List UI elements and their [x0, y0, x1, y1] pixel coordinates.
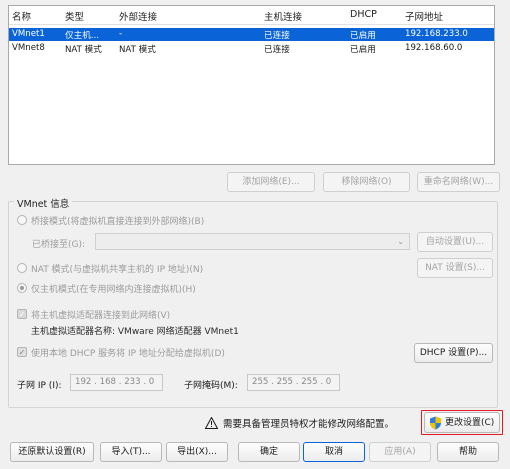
- auto-settings-button[interactable]: 自动设置(U)...: [417, 232, 493, 252]
- cell-type: NAT 模式: [65, 45, 102, 55]
- host-only-mode-radio[interactable]: [17, 283, 27, 293]
- admin-notice-text: 需要具备管理员特权才能修改网络配置。: [223, 419, 395, 430]
- dhcp-settings-button[interactable]: DHCP 设置(P)...: [414, 343, 493, 363]
- connect-adapter-checkbox[interactable]: ✓: [17, 309, 27, 319]
- use-dhcp-checkbox[interactable]: ✓: [17, 347, 27, 357]
- host-only-mode-label: 仅主机模式(在专用网络内连接虚拟机)(H): [31, 285, 196, 295]
- cell-subnet: 192.168.233.0: [405, 29, 468, 39]
- bridged-mode-label: 桥接模式(将虚拟机直接连接到外部网络)(B): [31, 217, 205, 227]
- apply-button[interactable]: 应用(A): [369, 442, 431, 462]
- warning-icon: [205, 417, 218, 429]
- rename-network-button[interactable]: 重命名网络(W)...: [417, 172, 500, 192]
- uac-shield-icon: [430, 416, 441, 430]
- column-header-external[interactable]: 外部连接: [119, 9, 157, 23]
- cell-external: -: [119, 29, 123, 39]
- help-button[interactable]: 帮助: [437, 442, 499, 462]
- cell-dhcp: 已启用: [350, 31, 376, 41]
- use-dhcp-label: 使用本地 DHCP 服务将 IP 地址分配给虚拟机(D): [31, 349, 225, 359]
- export-button[interactable]: 导出(X)...: [166, 442, 228, 462]
- nat-settings-button[interactable]: NAT 设置(S)...: [417, 258, 493, 278]
- bridged-to-select[interactable]: ⌄: [95, 233, 410, 250]
- change-settings-button[interactable]: 更改设置(C): [424, 412, 500, 433]
- table-row-vmnet8[interactable]: VMnet8 NAT 模式 NAT 模式 已连接 已启用 192.168.60.…: [9, 42, 494, 55]
- cell-name: VMnet8: [12, 43, 45, 53]
- bridged-mode-radio[interactable]: [17, 215, 27, 225]
- adapter-name-text: 主机虚拟适配器名称: VMware 网络适配器 VMnet1: [31, 327, 239, 337]
- connect-adapter-label: 将主机虚拟适配器连接到此网络(V): [31, 311, 171, 321]
- vmnet-info-title: VMnet 信息: [14, 196, 73, 210]
- network-table[interactable]: 名称 类型 外部连接 主机连接 DHCP 子网地址 VMnet1 仅主机... …: [8, 5, 495, 165]
- nat-mode-label: NAT 模式(与虚拟机共享主机的 IP 地址)(N): [31, 265, 204, 275]
- subnet-mask-label: 子网掩码(M):: [184, 381, 238, 391]
- nat-mode-radio[interactable]: [17, 263, 27, 273]
- restore-defaults-button[interactable]: 还原默认设置(R): [10, 442, 94, 462]
- cell-external: NAT 模式: [119, 45, 156, 55]
- subnet-ip-field[interactable]: 192 . 168 . 233 . 0: [70, 374, 163, 391]
- chevron-down-icon: ⌄: [397, 237, 404, 246]
- change-settings-label: 更改设置(C): [445, 418, 495, 428]
- ok-button[interactable]: 确定: [238, 442, 300, 462]
- subnet-ip-label: 子网 IP (I):: [17, 381, 62, 391]
- remove-network-button[interactable]: 移除网络(O): [323, 172, 410, 192]
- table-header: 名称 类型 外部连接 主机连接 DHCP 子网地址: [9, 6, 494, 25]
- cell-host: 已连接: [264, 31, 290, 41]
- column-header-name[interactable]: 名称: [12, 9, 31, 23]
- column-header-subnet[interactable]: 子网地址: [405, 9, 443, 23]
- cell-host: 已连接: [264, 45, 290, 55]
- cell-type: 仅主机...: [65, 31, 99, 41]
- cell-subnet: 192.168.60.0: [405, 43, 463, 53]
- add-network-button[interactable]: 添加网络(E)...: [227, 172, 315, 192]
- column-header-type[interactable]: 类型: [65, 9, 84, 23]
- subnet-mask-field[interactable]: 255 . 255 . 255 . 0: [247, 374, 340, 391]
- table-row-vmnet1[interactable]: VMnet1 仅主机... - 已连接 已启用 192.168.233.0: [9, 28, 494, 41]
- cancel-button[interactable]: 取消: [303, 442, 365, 462]
- column-header-dhcp[interactable]: DHCP: [350, 9, 377, 20]
- bridged-to-label: 已桥接至(G):: [32, 240, 86, 250]
- import-button[interactable]: 导入(T)...: [100, 442, 162, 462]
- cell-dhcp: 已启用: [350, 45, 376, 55]
- cell-name: VMnet1: [12, 29, 45, 39]
- column-header-host[interactable]: 主机连接: [264, 9, 302, 23]
